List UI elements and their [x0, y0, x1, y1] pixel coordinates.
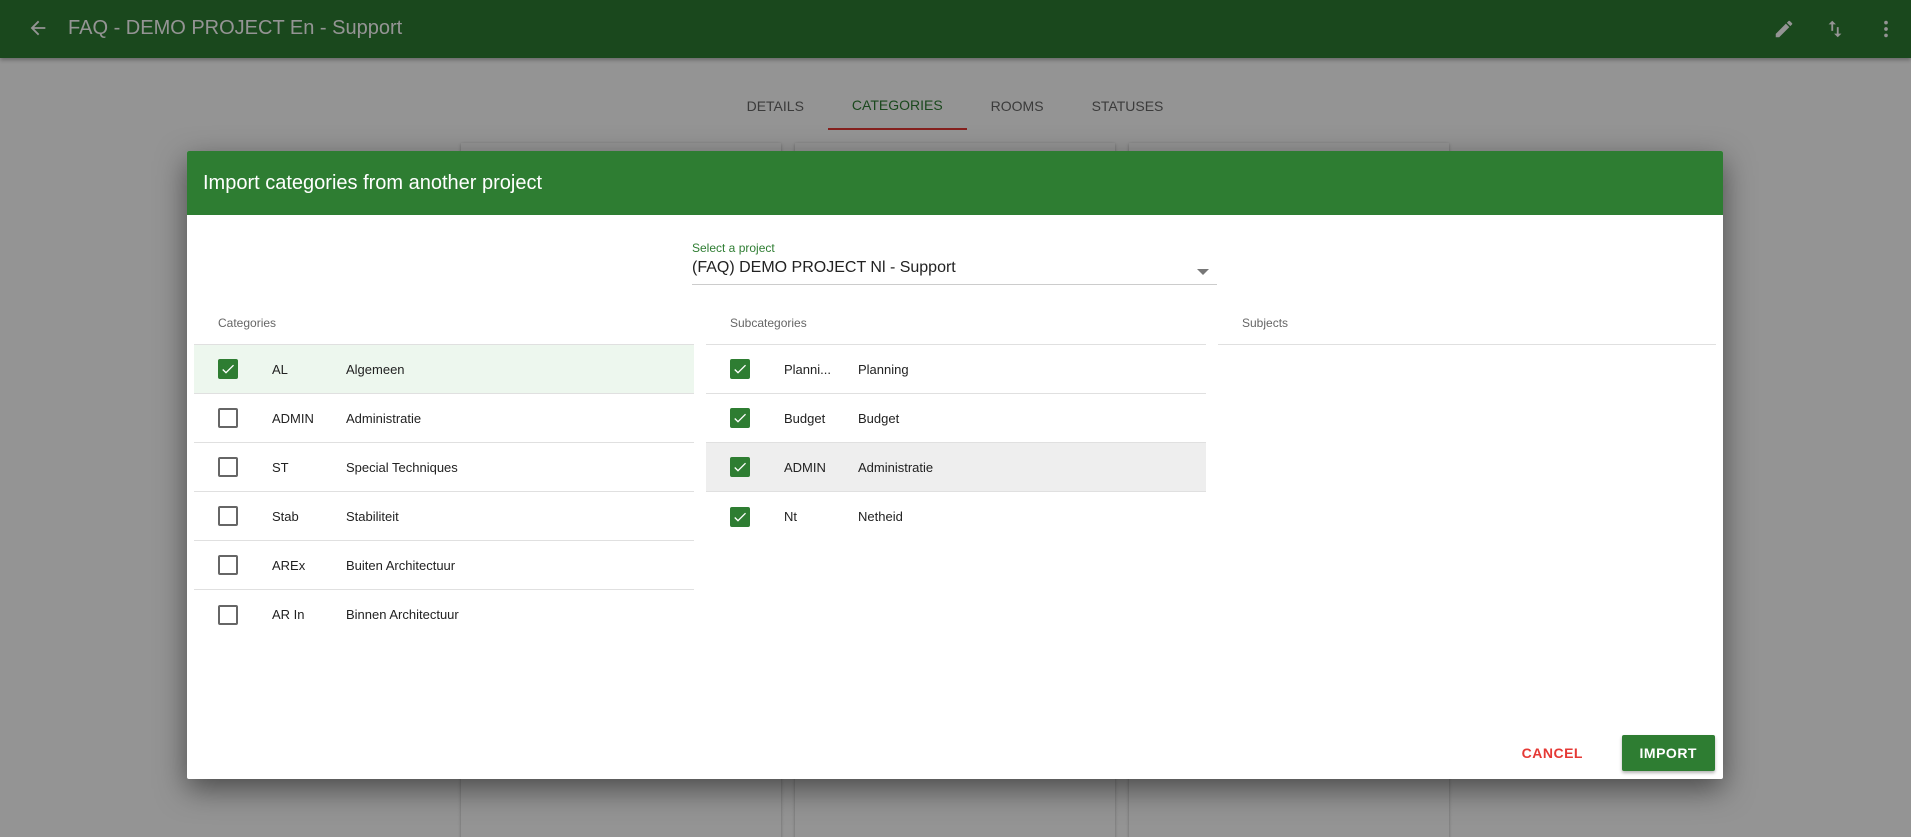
category-code: AL — [272, 361, 288, 377]
subcategory-row[interactable]: Nt Netheid — [706, 492, 1206, 541]
checkbox[interactable] — [218, 408, 238, 428]
project-select-label: Select a project — [692, 241, 775, 255]
check-icon — [734, 462, 746, 472]
checkbox[interactable] — [730, 457, 750, 477]
category-row[interactable]: ST Special Techniques — [194, 443, 694, 492]
checkbox[interactable] — [730, 506, 750, 527]
subcategory-name: Planning — [858, 361, 909, 377]
category-row[interactable]: AL Algemeen — [194, 345, 694, 394]
category-code: Stab — [272, 508, 299, 524]
checkbox[interactable] — [218, 506, 238, 526]
project-select[interactable]: Select a project (FAQ) DEMO PROJECT Nl -… — [692, 241, 1217, 285]
subcategory-row[interactable]: Budget Budget — [706, 394, 1206, 443]
category-name: Administratie — [346, 410, 422, 426]
check-icon — [734, 413, 746, 423]
subcategory-row[interactable]: Planni... Planning — [706, 345, 1206, 394]
category-row[interactable]: AR In Binnen Architectuur — [194, 590, 694, 639]
dropdown-arrow-icon[interactable] — [1197, 269, 1209, 275]
category-code: ADMIN — [272, 410, 314, 426]
subcategory-code: Planni... — [784, 361, 831, 377]
category-code: AR In — [272, 607, 305, 622]
checkbox[interactable] — [218, 359, 238, 379]
category-name: Special Techniques — [346, 459, 458, 475]
checkbox[interactable] — [730, 408, 750, 428]
subcategories-header: Subcategories — [706, 301, 1206, 345]
subcategories-list: Subcategories Planni... Planning Budget … — [706, 301, 1206, 541]
checkbox[interactable] — [218, 555, 238, 575]
subcategory-name: Administratie — [858, 459, 934, 475]
project-select-value[interactable]: (FAQ) DEMO PROJECT Nl - Support — [692, 259, 1217, 277]
subcategory-code: ADMIN — [784, 459, 826, 475]
checkbox[interactable] — [218, 457, 238, 477]
subcategory-name: Netheid — [858, 509, 903, 524]
import-button[interactable]: IMPORT — [1621, 735, 1715, 771]
category-name: Algemeen — [346, 361, 405, 377]
category-row[interactable]: ADMIN Administratie — [194, 394, 694, 443]
category-row[interactable]: Stab Stabiliteit — [194, 492, 694, 541]
category-code: ST — [272, 459, 289, 475]
subcategory-code: Budget — [784, 410, 826, 426]
category-name: Binnen Architectuur — [346, 607, 459, 622]
check-icon — [734, 364, 746, 374]
category-row[interactable]: AREx Buiten Architectuur — [194, 541, 694, 590]
import-categories-dialog: Import categories from another project S… — [187, 151, 1723, 779]
subcategory-name: Budget — [858, 410, 900, 426]
category-name: Stabiliteit — [346, 508, 399, 524]
cancel-button[interactable]: CANCEL — [1506, 735, 1599, 771]
check-icon — [734, 512, 746, 522]
subjects-list: Subjects — [1218, 301, 1716, 345]
subcategory-code: Nt — [784, 509, 797, 524]
dialog-title: Import categories from another project — [187, 151, 1723, 215]
subcategory-row[interactable]: ADMIN Administratie — [706, 443, 1206, 492]
check-icon — [222, 364, 234, 374]
checkbox[interactable] — [730, 359, 750, 379]
category-code: AREx — [272, 557, 306, 573]
checkbox[interactable] — [218, 604, 238, 625]
category-name: Buiten Architectuur — [346, 557, 456, 573]
categories-list: Categories AL Algemeen ADMIN Administrat… — [194, 301, 694, 639]
subjects-header: Subjects — [1218, 301, 1716, 345]
categories-header: Categories — [194, 301, 694, 345]
